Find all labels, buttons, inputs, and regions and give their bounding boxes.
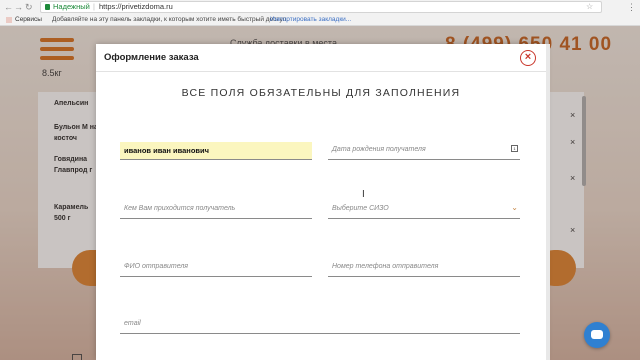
chevron-down-icon[interactable]: ⌄ xyxy=(511,203,518,212)
url-separator: | xyxy=(93,2,95,11)
import-bookmarks-link[interactable]: Импортировать закладки... xyxy=(270,14,351,25)
email-field[interactable]: email xyxy=(120,316,520,334)
sender-phone-placeholder: Номер телефона отправителя xyxy=(332,263,439,270)
secure-label: Надежный xyxy=(53,2,90,11)
required-notice: ВСЕ ПОЛЯ ОБЯЗАТЕЛЬНЫ ДЛЯ ЗАПОЛНЕНИЯ xyxy=(181,87,461,99)
email-placeholder: email xyxy=(124,320,141,327)
chat-bubble-icon xyxy=(591,330,603,339)
sender-name-placeholder: ФИО отправителя xyxy=(124,263,189,270)
recipient-name-value: иванов иван иванович xyxy=(124,146,209,155)
calendar-icon[interactable]: 1 xyxy=(511,145,518,152)
url-text[interactable]: https://privetizdoma.ru xyxy=(99,2,173,12)
recipient-name-field[interactable]: иванов иван иванович xyxy=(120,142,312,160)
chat-button[interactable] xyxy=(584,322,610,348)
sizo-select[interactable]: Выберите СИЗО ⌄ xyxy=(328,201,520,219)
browser-menu-icon[interactable]: ⋮ xyxy=(627,0,636,14)
apps-grid-icon[interactable] xyxy=(6,17,12,23)
apps-label[interactable]: Сервисы xyxy=(15,14,42,25)
sizo-placeholder: Выберите СИЗО xyxy=(332,205,389,212)
order-modal: Оформление заказа × ВСЕ ПОЛЯ ОБЯЗАТЕЛЬНЫ… xyxy=(96,44,546,360)
sender-phone-field[interactable]: Номер телефона отправителя xyxy=(328,259,520,277)
bookmarks-bar: Сервисы Добавляйте на эту панель закладк… xyxy=(0,14,640,26)
relation-placeholder: Кем Вам приходится получатель xyxy=(124,205,236,212)
bookmark-star-icon[interactable]: ☆ xyxy=(586,0,593,14)
text-cursor-icon: I xyxy=(362,189,365,200)
modal-scrollbar[interactable] xyxy=(546,44,550,360)
recipient-birthdate-field[interactable]: Дата рождения получателя 1 xyxy=(328,142,520,160)
forward-icon[interactable]: → xyxy=(14,0,23,14)
recipient-birthdate-placeholder: Дата рождения получателя xyxy=(332,146,426,153)
back-icon[interactable]: ← xyxy=(4,0,13,14)
lock-icon xyxy=(45,4,50,10)
bookmarks-hint: Добавляйте на эту панель закладки, к кот… xyxy=(52,16,289,23)
modal-title: Оформление заказа xyxy=(104,52,199,63)
sender-name-field[interactable]: ФИО отправителя xyxy=(120,259,312,277)
close-icon[interactable]: × xyxy=(520,50,536,66)
relation-field[interactable]: Кем Вам приходится получатель xyxy=(120,201,312,219)
reload-icon[interactable]: ↻ xyxy=(25,0,33,14)
modal-header: Оформление заказа × xyxy=(96,44,546,72)
browser-toolbar: ← → ↻ Надежный | https://privetizdoma.ru… xyxy=(0,0,640,14)
address-bar[interactable]: Надежный | https://privetizdoma.ru xyxy=(40,1,602,13)
